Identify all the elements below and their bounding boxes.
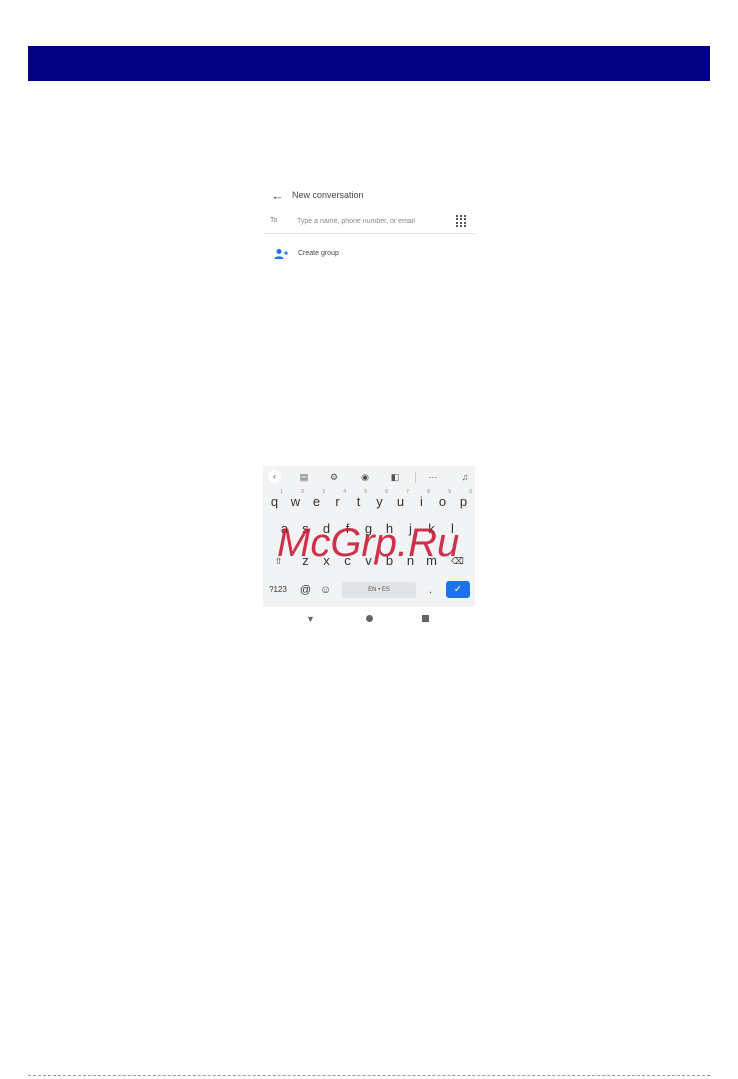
keyboard-toolbar: ‹ ▤ ⚙ ◉ ◧ ⋯ ♫ — [263, 466, 475, 488]
watermark-text: McGrp.Ru — [277, 521, 460, 565]
recipient-input[interactable] — [297, 214, 447, 228]
new-conversation-screen: ← New conversation To Create group — [263, 185, 475, 270]
clipboard-icon[interactable]: ▤ — [298, 471, 310, 483]
app-bar: ← New conversation — [263, 185, 475, 207]
key-r[interactable]: r4 — [328, 489, 347, 512]
key-row-1: q1 w2 e3 r4 t5 y6 u7 i8 o9 p0 — [263, 489, 475, 512]
emoji-icon[interactable]: ☺ — [316, 580, 335, 600]
key-row-4: ?123 @ ☺ EN • ES . ✓ — [263, 580, 475, 600]
key-q[interactable]: q1 — [265, 489, 284, 512]
gear-icon[interactable]: ⚙ — [328, 471, 340, 483]
dialpad-icon[interactable] — [456, 215, 466, 227]
mic-off-icon[interactable]: ♫ — [459, 471, 471, 483]
palette-icon[interactable]: ◉ — [359, 471, 371, 483]
resize-icon[interactable]: ◧ — [389, 471, 401, 483]
group-add-icon — [274, 249, 288, 259]
nav-home-icon[interactable] — [366, 615, 373, 622]
page-bottom-rule — [28, 1075, 710, 1076]
key-o[interactable]: o9 — [433, 489, 452, 512]
at-key[interactable]: @ — [296, 580, 315, 600]
to-label: To — [270, 217, 278, 224]
space-key[interactable]: EN • ES — [342, 582, 416, 598]
period-key[interactable]: . — [421, 580, 440, 600]
more-icon[interactable]: ⋯ — [427, 471, 439, 483]
page-title: New conversation — [292, 190, 364, 200]
symbols-key[interactable]: ?123 — [265, 580, 291, 600]
header-banner — [28, 46, 710, 81]
recipient-row: To — [263, 213, 475, 234]
enter-check-icon[interactable]: ✓ — [446, 581, 470, 598]
toolbar-divider — [415, 472, 416, 483]
key-w[interactable]: w2 — [286, 489, 305, 512]
key-t[interactable]: t5 — [349, 489, 368, 512]
back-arrow-icon[interactable]: ← — [271, 189, 284, 202]
keyboard-collapse-icon[interactable]: ‹ — [268, 470, 281, 483]
create-group-item[interactable]: Create group — [263, 247, 475, 263]
key-i[interactable]: i8 — [412, 489, 431, 512]
key-e[interactable]: e3 — [307, 489, 326, 512]
nav-back-icon[interactable]: ▼ — [306, 614, 315, 624]
key-u[interactable]: u7 — [391, 489, 410, 512]
key-y[interactable]: y6 — [370, 489, 389, 512]
key-p[interactable]: p0 — [454, 489, 473, 512]
create-group-label: Create group — [298, 250, 339, 257]
system-navigation-bar: ▼ — [263, 612, 475, 626]
nav-recents-icon[interactable] — [422, 615, 429, 622]
